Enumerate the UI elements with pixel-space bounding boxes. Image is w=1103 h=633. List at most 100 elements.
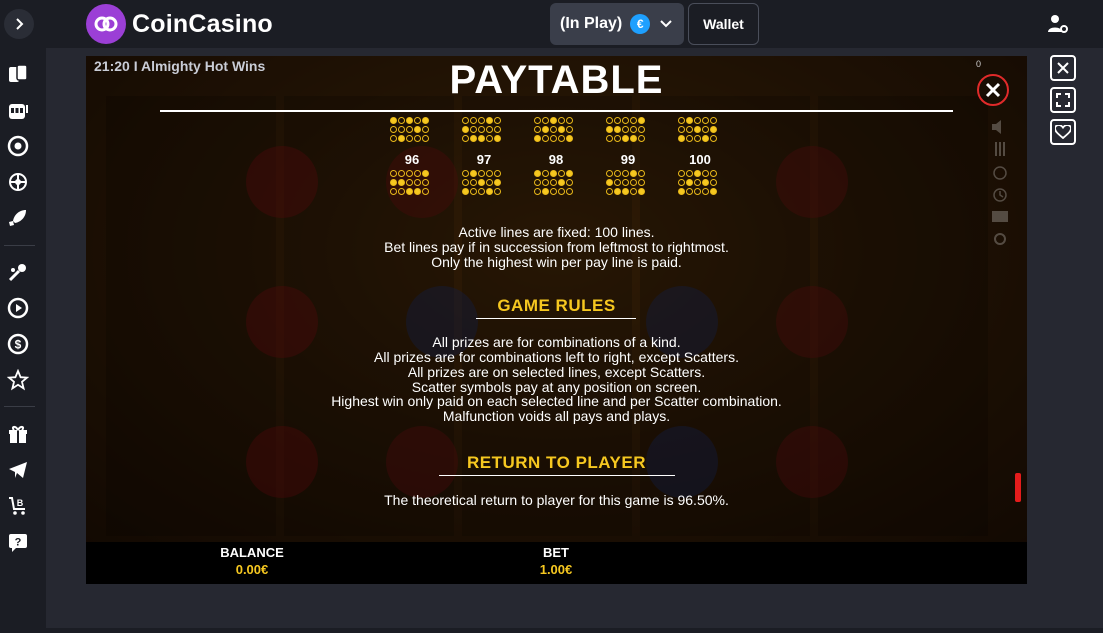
payline-dot <box>462 170 469 177</box>
bet-display: BET 1.00€ <box>496 545 616 577</box>
favorite-button[interactable] <box>1050 119 1076 145</box>
paytable-scrollbar-thumb[interactable] <box>1015 473 1021 502</box>
close-icon <box>1057 62 1069 74</box>
sports-icon[interactable] <box>6 260 30 284</box>
payline-dot <box>486 135 493 142</box>
close-paytable-button[interactable] <box>977 74 1009 106</box>
payline-dot <box>694 188 701 195</box>
telegram-icon[interactable] <box>6 458 30 482</box>
user-settings-icon[interactable] <box>1046 12 1070 36</box>
payline-dot <box>414 170 421 177</box>
payline-number: 96 <box>404 152 420 167</box>
payline-dot <box>622 126 629 133</box>
payline-dot <box>486 117 493 124</box>
payline-dot <box>494 117 501 124</box>
live-casino-icon[interactable] <box>6 170 30 194</box>
balance-value: 0.00€ <box>235 562 269 577</box>
speaker-icon <box>992 120 1001 134</box>
payline-dot <box>414 179 421 186</box>
payline-dot <box>414 188 421 195</box>
currency-badge: € <box>630 14 651 34</box>
payline-dot <box>694 126 701 133</box>
payline-pattern <box>462 117 506 153</box>
brand-logo[interactable]: CoinCasino <box>86 4 273 44</box>
payline-dot <box>398 170 405 177</box>
rule-text: Highest win only paid on each selected l… <box>331 393 782 409</box>
payline-dot <box>462 117 469 124</box>
payline-dot <box>702 126 709 133</box>
payline-dot <box>614 117 621 124</box>
payline-dot <box>566 135 573 142</box>
payline-dot <box>406 126 413 133</box>
payline-dot <box>558 179 565 186</box>
payline-dot <box>422 170 429 177</box>
payline-dot <box>406 188 413 195</box>
payline-dot <box>694 179 701 186</box>
bitcoin-cart-icon[interactable]: B <box>6 494 30 518</box>
payline-number: 97 <box>476 152 492 167</box>
balance-display: BALANCE 0.00€ <box>192 545 312 577</box>
payline-dot <box>558 117 565 124</box>
payline-dot <box>622 135 629 142</box>
expand-sidebar-button[interactable] <box>4 9 34 39</box>
history-icon <box>993 188 1007 202</box>
payline-dot <box>414 117 421 124</box>
rtp-text: The theoretical return to player for thi… <box>384 492 729 508</box>
payline-dot <box>638 117 645 124</box>
payline-dot <box>542 179 549 186</box>
payline-dot <box>494 170 501 177</box>
payline-number: 98 <box>548 152 564 167</box>
close-icon <box>985 82 1001 98</box>
payline-dot <box>614 126 621 133</box>
title-divider <box>160 110 953 112</box>
payline-dot <box>478 179 485 186</box>
rtp-title: RETURN TO PLAYER <box>467 453 646 472</box>
payline-dot <box>494 126 501 133</box>
game-frame: 21:20 I Almighty Hot Wins PAYTABLE 0 96 … <box>86 56 1027 584</box>
payline-dot <box>630 179 637 186</box>
payline-dot <box>686 126 693 133</box>
menu-icon <box>995 142 1005 156</box>
payline-dot <box>694 170 701 177</box>
payline-pattern <box>390 170 434 206</box>
payline-dot <box>462 188 469 195</box>
fullscreen-button[interactable] <box>1050 87 1076 113</box>
game-rules-underline <box>476 318 636 319</box>
dollar-icon[interactable]: $ <box>6 332 30 356</box>
wallet-button[interactable]: Wallet <box>688 3 759 45</box>
play-mode-selector[interactable]: (In Play) € <box>550 3 684 45</box>
heart-icon <box>1055 125 1071 139</box>
payline-dot <box>534 188 541 195</box>
close-game-button[interactable] <box>1050 55 1076 81</box>
payline-dot <box>534 170 541 177</box>
payline-dot <box>638 126 645 133</box>
payline-dot <box>494 188 501 195</box>
payline-dot <box>622 117 629 124</box>
cards-icon[interactable] <box>6 62 30 86</box>
payline-dot <box>558 126 565 133</box>
payline-dot <box>614 179 621 186</box>
payline-dot <box>710 117 717 124</box>
game-rules-title: GAME RULES <box>497 296 616 315</box>
star-icon[interactable] <box>6 368 30 392</box>
payline-dot <box>422 188 429 195</box>
slot-machine-icon[interactable] <box>6 98 30 122</box>
payline-dot <box>702 135 709 142</box>
payline-dot <box>638 135 645 142</box>
payline-dot <box>606 188 613 195</box>
payline-dot <box>678 135 685 142</box>
payline-dot <box>542 188 549 195</box>
play-icon[interactable] <box>6 296 30 320</box>
roulette-icon[interactable] <box>6 134 30 158</box>
payline-dot <box>422 126 429 133</box>
payline-dot <box>470 135 477 142</box>
payline-dot <box>542 135 549 142</box>
gift-icon[interactable] <box>6 422 30 446</box>
payline-pattern <box>534 117 578 153</box>
sidebar-divider <box>4 245 35 246</box>
help-icon[interactable]: ? <box>6 530 30 554</box>
rocket-icon[interactable] <box>6 206 30 230</box>
payline-dot <box>702 170 709 177</box>
payline-dot <box>534 126 541 133</box>
payline-dot <box>630 188 637 195</box>
